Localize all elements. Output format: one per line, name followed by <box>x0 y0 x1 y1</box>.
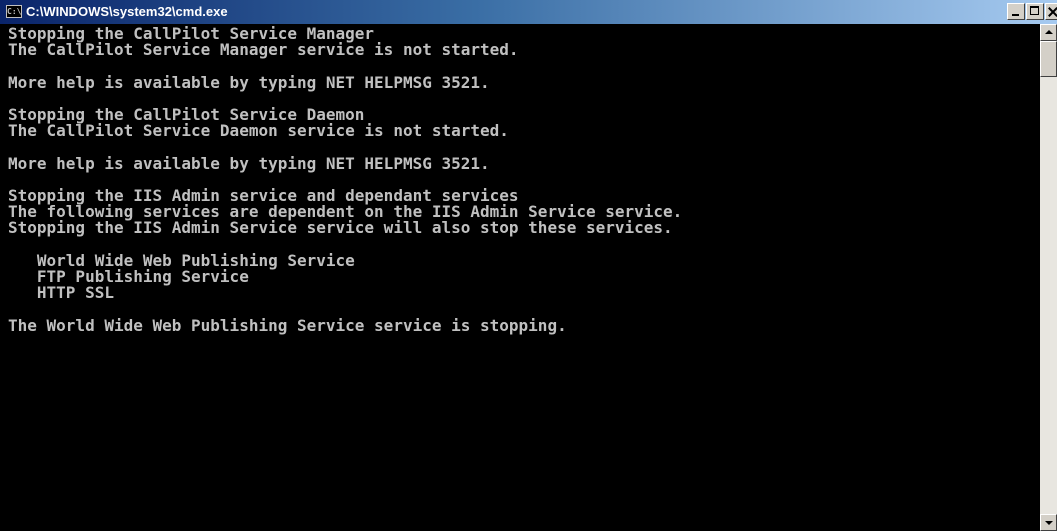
window-title: C:\WINDOWS\system32\cmd.exe <box>26 4 228 19</box>
console-line: HTTP SSL <box>8 283 114 303</box>
close-icon[interactable] <box>1045 3 1057 20</box>
console-line: The CallPilot Service Daemon service is … <box>8 121 509 141</box>
console-line: The CallPilot Service Manager service is… <box>8 40 519 60</box>
scroll-down-arrow-icon[interactable] <box>1040 514 1057 531</box>
title-bar[interactable]: C:\ C:\WINDOWS\system32\cmd.exe <box>0 0 1057 24</box>
vertical-scrollbar[interactable] <box>1040 24 1057 531</box>
scroll-up-arrow-icon[interactable] <box>1040 24 1057 41</box>
cmd-window: C:\ C:\WINDOWS\system32\cmd.exe Stopping… <box>0 0 1057 531</box>
minimize-icon[interactable] <box>1007 3 1025 20</box>
console-line: Stopping the IIS Admin Service service w… <box>8 218 673 238</box>
console-output-text: Stopping the CallPilot Service Manager T… <box>0 24 1040 334</box>
maximize-icon[interactable] <box>1026 3 1044 20</box>
console-line: The World Wide Web Publishing Service se… <box>8 315 567 335</box>
scroll-thumb[interactable] <box>1040 41 1057 77</box>
console-output-area[interactable]: Stopping the CallPilot Service Manager T… <box>0 24 1040 531</box>
console-line: More help is available by typing NET HEL… <box>8 72 490 92</box>
caption-buttons <box>1006 3 1057 21</box>
console-icon[interactable]: C:\ <box>6 5 22 18</box>
console-line: More help is available by typing NET HEL… <box>8 153 490 173</box>
